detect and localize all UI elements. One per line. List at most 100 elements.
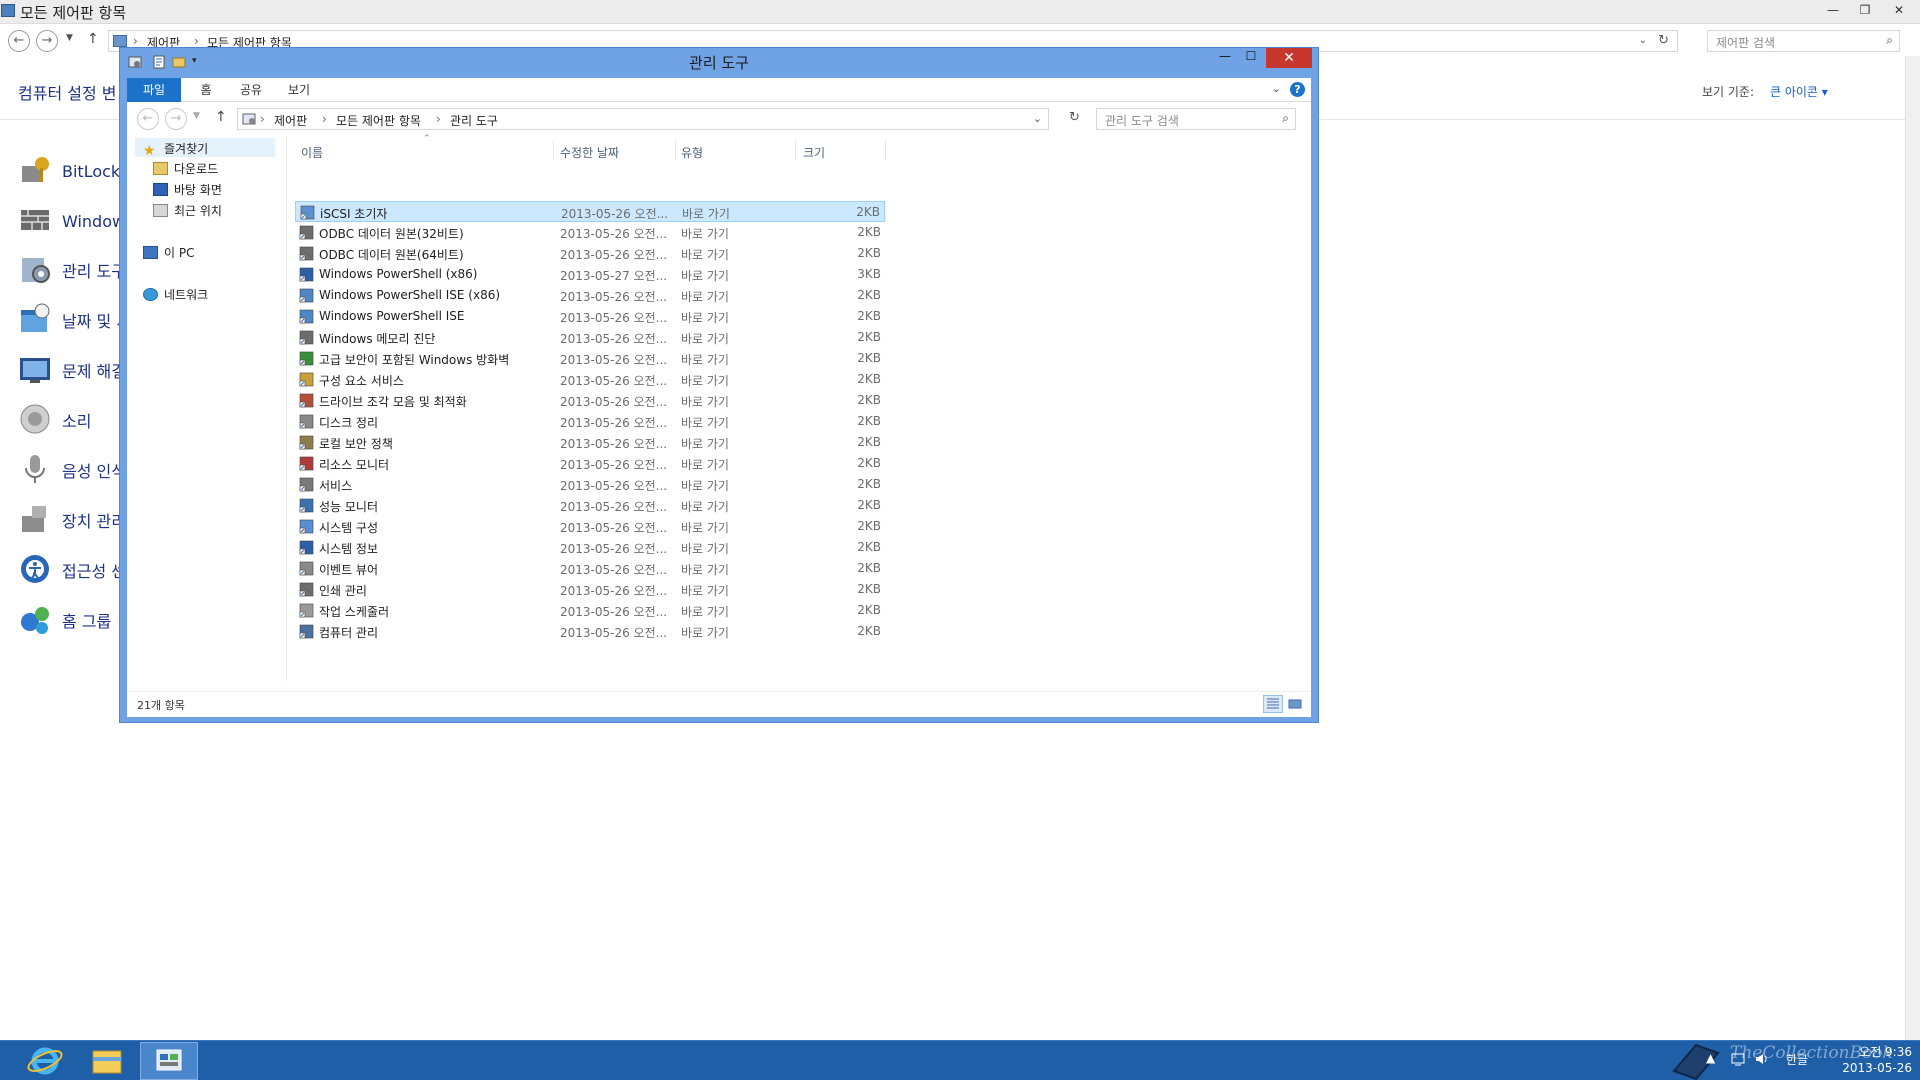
tab-share[interactable]: 공유 (233, 78, 269, 102)
breadcrumb-item[interactable]: 관리 도구 (450, 112, 498, 129)
show-hidden-icons[interactable]: ▲ (1706, 1051, 1715, 1065)
expand-ribbon-icon[interactable]: ⌄ (1272, 82, 1281, 95)
file-row[interactable]: Windows PowerShell ISE 2013-05-26 오전... 바로… (295, 306, 885, 327)
cp-item-admin-tools[interactable]: 관리 도구 (18, 250, 128, 290)
restore-button[interactable]: ❐ (1850, 0, 1880, 20)
explorer-titlebar[interactable]: ▾ 관리 도구 — ☐ ✕ (120, 48, 1318, 78)
file-row[interactable]: 인쇄 관리 2013-05-26 오전... 바로 가기 2KB (295, 579, 885, 600)
shortcut-icon (299, 414, 314, 429)
cp-item-sound[interactable]: 소리 (18, 400, 128, 440)
large-icons-view-button[interactable] (1285, 695, 1305, 713)
breadcrumb-item[interactable]: 제어판 (274, 112, 307, 129)
column-divider[interactable] (675, 140, 676, 160)
nav-network[interactable]: 네트워크 (143, 284, 208, 303)
explorer-address-field[interactable]: › 제어판 › 모든 제어판 항목 › 관리 도구 ⌄ (237, 108, 1049, 130)
view-by-dropdown[interactable]: 큰 아이콘 ▾ (1770, 83, 1828, 100)
file-row[interactable]: 고급 보안이 포함된 Windows 방화벽 2013-05-26 오전... 바로… (295, 348, 885, 369)
nav-downloads[interactable]: 다운로드 (153, 158, 218, 177)
file-row[interactable]: 디스크 정리 2013-05-26 오전... 바로 가기 2KB (295, 411, 885, 432)
column-size[interactable]: 크기 (803, 144, 825, 161)
control-panel-search-input[interactable]: 제어판 검색 ⌕ (1707, 30, 1900, 52)
refresh-icon[interactable]: ↻ (1069, 110, 1080, 125)
tab-file[interactable]: 파일 (127, 78, 181, 102)
cp-item-device-manager[interactable]: 장치 관리자 (18, 500, 136, 540)
taskbar-ie-button[interactable] (16, 1042, 74, 1080)
file-row[interactable]: 작업 스케줄러 2013-05-26 오전... 바로 가기 2KB (295, 600, 885, 621)
breadcrumb-item[interactable]: 모든 제어판 항목 (336, 112, 421, 129)
search-icon[interactable]: ⌕ (1886, 33, 1893, 48)
file-type: 바로 가기 (681, 605, 729, 619)
recent-locations-icon[interactable]: ▼ (66, 33, 73, 43)
cp-item-firewall[interactable]: Windows 방화벽 (18, 200, 136, 240)
shortcut-icon (299, 624, 314, 639)
firewall-icon (21, 210, 49, 230)
nav-desktop[interactable]: 바탕 화면 (153, 179, 222, 198)
chevron-down-icon[interactable]: ⌄ (1639, 35, 1647, 46)
cp-item-accessibility[interactable]: 접근성 센터 (18, 550, 136, 590)
help-icon[interactable]: ? (1290, 82, 1305, 97)
file-row[interactable]: Windows PowerShell (x86) 2013-05-27 오전...… (295, 264, 885, 285)
close-button[interactable]: ✕ (1884, 0, 1914, 20)
up-button[interactable]: ↑ (87, 31, 99, 47)
file-type: 바로 가기 (681, 584, 729, 598)
file-row[interactable]: 성능 모니터 2013-05-26 오전... 바로 가기 2KB (295, 495, 885, 516)
file-size: 2KB (857, 330, 881, 344)
file-row[interactable]: 드라이브 조각 모음 및 최적화 2013-05-26 오전... 바로 가기 2KB (295, 390, 885, 411)
close-button[interactable]: ✕ (1266, 48, 1312, 68)
column-headers: ⌃ 이름 수정한 날짜 유형 크기 (295, 134, 1285, 162)
column-type[interactable]: 유형 (681, 144, 703, 161)
file-row[interactable]: 시스템 구성 2013-05-26 오전... 바로 가기 2KB (295, 516, 885, 537)
forward-button[interactable]: → (165, 108, 187, 130)
column-divider[interactable] (795, 140, 796, 160)
column-divider[interactable] (885, 140, 886, 160)
taskbar-control-panel-button[interactable] (140, 1042, 198, 1080)
taskbar-explorer-button[interactable] (78, 1042, 136, 1080)
details-view-button[interactable] (1263, 695, 1283, 713)
column-divider[interactable] (553, 140, 554, 160)
minimize-button[interactable]: — (1818, 0, 1848, 20)
navigation-pane: ★ 즐겨찾기 다운로드 바탕 화면 최근 위치 이 PC 네트워크 (127, 136, 287, 681)
column-name[interactable]: 이름 (301, 144, 323, 161)
file-row[interactable]: iSCSI 초기자 2013-05-26 오전... 바로 가기 2KB (295, 201, 885, 222)
cp-item-speech[interactable]: 음성 인식 (18, 450, 128, 490)
vertical-scrollbar[interactable] (1905, 56, 1920, 1040)
file-row[interactable]: ODBC 데이터 원본(64비트) 2013-05-26 오전... 바로 가기 2K… (295, 243, 885, 264)
back-button[interactable]: ← (8, 30, 30, 52)
desktop-icon (153, 183, 168, 196)
file-row[interactable]: 구성 요소 서비스 2013-05-26 오전... 바로 가기 2KB (295, 369, 885, 390)
file-row[interactable]: 컴퓨터 관리 2013-05-26 오전... 바로 가기 2KB (295, 621, 885, 642)
file-row[interactable]: Windows 메모리 진단 2013-05-26 오전... 바로 가기 2KB (295, 327, 885, 348)
file-row[interactable]: 시스템 정보 2013-05-26 오전... 바로 가기 2KB (295, 537, 885, 558)
file-row[interactable]: 서비스 2013-05-26 오전... 바로 가기 2KB (295, 474, 885, 495)
file-row[interactable]: 로컬 보안 정책 2013-05-26 오전... 바로 가기 2KB (295, 432, 885, 453)
cp-item-date-time[interactable]: 날짜 및 시간 (18, 300, 136, 340)
chevron-down-icon[interactable]: ⌄ (1033, 112, 1042, 125)
maximize-button[interactable]: ☐ (1238, 49, 1264, 63)
nav-this-pc[interactable]: 이 PC (143, 242, 194, 261)
cp-item-bitlocker[interactable]: BitLocker 드라이브 암호화 (18, 150, 136, 190)
file-row[interactable]: 리소스 모니터 2013-05-26 오전... 바로 가기 2KB (295, 453, 885, 474)
file-row[interactable]: ODBC 데이터 원본(32비트) 2013-05-26 오전... 바로 가기 2K… (295, 222, 885, 243)
file-row[interactable]: 이벤트 뷰어 2013-05-26 오전... 바로 가기 2KB (295, 558, 885, 579)
nav-recent[interactable]: 최근 위치 (153, 200, 222, 219)
explorer-search-input[interactable]: 관리 도구 검색 ⌕ (1096, 108, 1296, 130)
search-icon[interactable]: ⌕ (1282, 111, 1289, 126)
column-modified[interactable]: 수정한 날짜 (560, 144, 619, 161)
tab-home[interactable]: 홈 (191, 78, 221, 102)
file-row[interactable]: Windows PowerShell ISE (x86) 2013-05-26 오… (295, 285, 885, 306)
file-name: ODBC 데이터 원본(64비트) (319, 248, 464, 262)
file-name: Windows PowerShell ISE (319, 309, 465, 323)
up-button[interactable]: ↑ (215, 109, 227, 125)
recent-locations-icon[interactable]: ▼ (193, 111, 200, 121)
file-date: 2013-05-26 오전... (560, 500, 668, 514)
back-button[interactable]: ← (137, 108, 159, 130)
minimize-button[interactable]: — (1212, 49, 1238, 63)
file-name: 인쇄 관리 (319, 584, 367, 598)
nav-favorites[interactable]: ★ 즐겨찾기 (135, 138, 275, 158)
cp-item-homegroup[interactable]: 홈 그룹 (18, 600, 128, 640)
shortcut-icon (299, 456, 314, 471)
refresh-icon[interactable]: ↻ (1658, 33, 1669, 48)
forward-button[interactable]: → (36, 30, 58, 52)
cp-item-troubleshoot[interactable]: 문제 해결 (18, 350, 128, 390)
tab-view[interactable]: 보기 (281, 78, 317, 102)
